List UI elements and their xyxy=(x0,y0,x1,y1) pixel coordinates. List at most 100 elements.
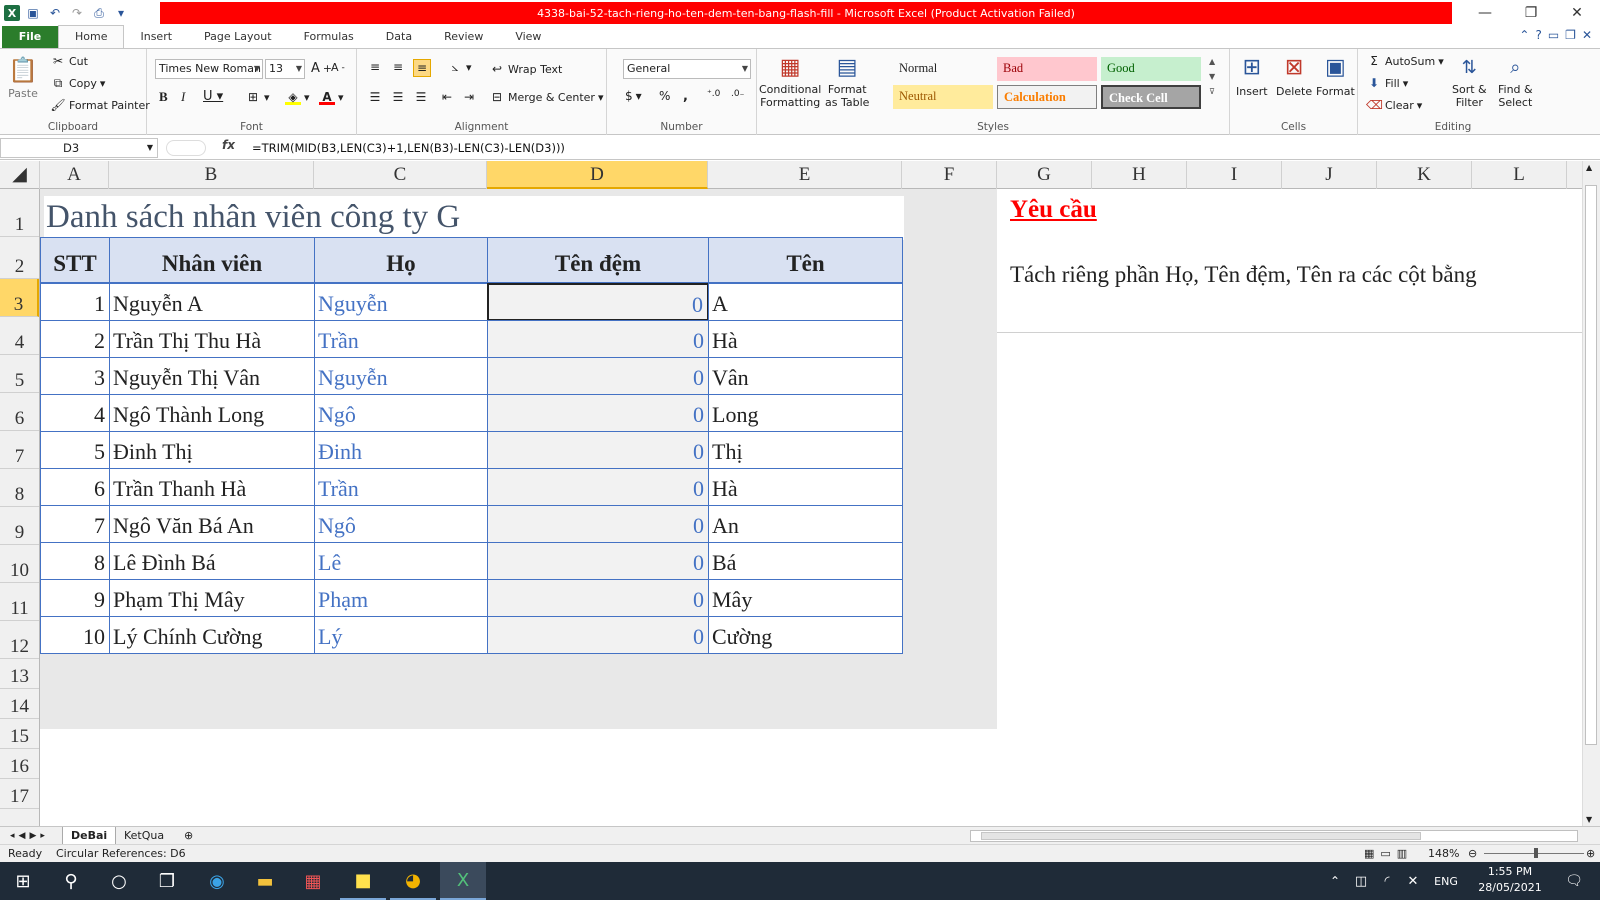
sheet-tab-debai[interactable]: DeBai xyxy=(62,827,117,845)
cell-nhan-vien[interactable]: Phạm Thị Mây xyxy=(109,579,315,617)
cell-ten-dem[interactable]: 0 xyxy=(487,505,709,543)
row-header[interactable]: 11 xyxy=(0,583,39,621)
sort-filter-button[interactable]: ⇅ Sort & Filter xyxy=(1452,53,1487,109)
align-bottom-button[interactable]: ≡ xyxy=(413,59,431,77)
col-header-a[interactable]: A xyxy=(40,161,109,189)
delete-cells-button[interactable]: ⊠ Delete xyxy=(1276,53,1312,98)
cell-stt[interactable]: 5 xyxy=(40,431,110,469)
help-icon[interactable]: ? xyxy=(1535,28,1541,42)
font-name-select[interactable]: Times New Roman ▼ xyxy=(155,59,263,79)
cell-nhan-vien[interactable]: Ngô Thành Long xyxy=(109,394,315,432)
cell-ten[interactable]: Hà xyxy=(708,468,903,506)
requirement-text[interactable]: Tách riêng phần Họ, Tên đệm, Tên ra các … xyxy=(1010,262,1477,288)
cell-ten-dem[interactable]: 0 xyxy=(487,616,709,654)
row-header[interactable]: 2 xyxy=(0,237,39,279)
underline-button[interactable]: U ▾ xyxy=(203,89,223,104)
row-header[interactable]: 15 xyxy=(0,719,39,749)
zoom-out-icon[interactable]: ⊖ xyxy=(1468,845,1477,863)
cell-stt[interactable]: 1 xyxy=(40,283,110,321)
cell-ho[interactable]: Ngô xyxy=(314,394,488,432)
scroll-thumb[interactable] xyxy=(1585,185,1597,745)
zoom-in-icon[interactable]: ⊕ xyxy=(1586,845,1595,863)
tab-home[interactable]: Home xyxy=(58,25,125,48)
cell-nhan-vien[interactable]: Đinh Thị xyxy=(109,431,315,469)
cell-stt[interactable]: 10 xyxy=(40,616,110,654)
name-box[interactable]: D3 ▼ xyxy=(0,138,158,158)
tab-data[interactable]: Data xyxy=(370,26,428,48)
sticky-notes-icon[interactable]: ■ xyxy=(340,862,386,900)
row-header[interactable]: 7 xyxy=(0,431,39,469)
language-indicator[interactable]: ENG xyxy=(1426,862,1466,900)
cell-ten-dem[interactable]: 0 xyxy=(487,468,709,506)
cell-ten[interactable]: Vân xyxy=(708,357,903,395)
notification-icon[interactable]: 🗨 xyxy=(1554,862,1594,900)
fill-color-button[interactable]: ◈ ▾ xyxy=(285,89,310,105)
tab-file[interactable]: File xyxy=(2,26,58,48)
cell-ten[interactable]: Long xyxy=(708,394,903,432)
cell-nhan-vien[interactable]: Lê Đình Bá xyxy=(109,542,315,580)
formula-input[interactable]: =TRIM(MID(B3,LEN(C3)+1,LEN(B3)-LEN(C3)-L… xyxy=(252,138,565,158)
number-format-select[interactable]: General ▼ xyxy=(623,59,751,79)
row-header[interactable]: 6 xyxy=(0,393,39,431)
header-ten-dem[interactable]: Tên đệm xyxy=(487,237,709,283)
tab-insert[interactable]: Insert xyxy=(124,26,188,48)
cortana-icon[interactable]: ○ xyxy=(96,862,142,900)
workbook-close-icon[interactable]: ✕ xyxy=(1582,28,1592,42)
col-header-g[interactable]: G xyxy=(997,161,1092,189)
view-buttons-icon[interactable]: ▦▭▥ xyxy=(1364,845,1413,863)
cell-nhan-vien[interactable]: Nguyễn A xyxy=(109,283,315,321)
cell-ten-dem[interactable]: 0 xyxy=(487,283,709,321)
app-icon[interactable]: ▦ xyxy=(290,862,336,900)
cell-stt[interactable]: 2 xyxy=(40,320,110,358)
row-header[interactable]: 12 xyxy=(0,621,39,659)
insert-cells-button[interactable]: ⊞ Insert xyxy=(1236,53,1268,98)
tab-formulas[interactable]: Formulas xyxy=(288,26,370,48)
orientation-button[interactable]: ⦣ ▾ xyxy=(447,59,472,75)
cell-stt[interactable]: 6 xyxy=(40,468,110,506)
cell-ten-dem[interactable]: 0 xyxy=(487,320,709,358)
grow-font-button[interactable]: A + xyxy=(311,61,332,76)
file-explorer-icon[interactable]: ▬ xyxy=(242,862,288,900)
cell-ten[interactable]: Bá xyxy=(708,542,903,580)
cell-stt[interactable]: 8 xyxy=(40,542,110,580)
clock[interactable]: 1:55 PM 28/05/2021 xyxy=(1470,864,1550,896)
cell-ho[interactable]: Nguyễn xyxy=(314,283,488,321)
cell-nhan-vien[interactable]: Nguyễn Thị Vân xyxy=(109,357,315,395)
cell-ho[interactable]: Trần xyxy=(314,320,488,358)
cell-nhan-vien[interactable]: Trần Thị Thu Hà xyxy=(109,320,315,358)
decrease-decimal-button[interactable]: .0₋ xyxy=(731,89,744,99)
row-header[interactable]: 16 xyxy=(0,749,39,779)
row-header[interactable]: 13 xyxy=(0,659,39,689)
cell-stt[interactable]: 9 xyxy=(40,579,110,617)
sheet-nav-arrows-icon[interactable]: ◂◀▶▸ xyxy=(2,827,57,845)
tab-page-layout[interactable]: Page Layout xyxy=(188,26,288,48)
style-normal[interactable]: Normal xyxy=(893,57,993,81)
decrease-indent-button[interactable]: ⇤ xyxy=(439,89,455,105)
select-all-corner[interactable]: ◢ xyxy=(0,161,40,189)
cell-ho[interactable]: Đinh xyxy=(314,431,488,469)
font-size-select[interactable]: 13 ▼ xyxy=(265,59,305,79)
paste-button[interactable]: 📋 Paste xyxy=(8,55,38,100)
cell-ten-dem[interactable]: 0 xyxy=(487,542,709,580)
col-header-i[interactable]: I xyxy=(1187,161,1282,189)
percent-button[interactable]: % xyxy=(659,89,670,103)
align-right-button[interactable]: ☰ xyxy=(413,89,429,105)
align-middle-button[interactable]: ≡ xyxy=(390,59,406,75)
cell-ho[interactable]: Ngô xyxy=(314,505,488,543)
cell-ho[interactable]: Nguyễn xyxy=(314,357,488,395)
tab-review[interactable]: Review xyxy=(428,26,499,48)
edge-icon[interactable]: ◉ xyxy=(194,862,240,900)
col-header-k[interactable]: K xyxy=(1377,161,1472,189)
borders-button[interactable]: ⊞ ▾ xyxy=(245,89,270,105)
col-header-h[interactable]: H xyxy=(1092,161,1187,189)
bold-button[interactable]: B xyxy=(159,89,168,105)
new-sheet-icon[interactable]: ⊕ xyxy=(176,827,201,845)
cell-ten-dem[interactable]: 0 xyxy=(487,431,709,469)
align-top-button[interactable]: ≡ xyxy=(367,59,383,75)
restore-icon[interactable]: ❐ xyxy=(1508,0,1554,26)
increase-indent-button[interactable]: ⇥ xyxy=(461,89,477,105)
fill-button[interactable]: ⬇ Fill ▾ xyxy=(1366,75,1408,91)
cell-nhan-vien[interactable]: Ngô Văn Bá An xyxy=(109,505,315,543)
horizontal-scroll-thumb[interactable] xyxy=(981,832,1421,840)
row-header[interactable]: 8 xyxy=(0,469,39,507)
